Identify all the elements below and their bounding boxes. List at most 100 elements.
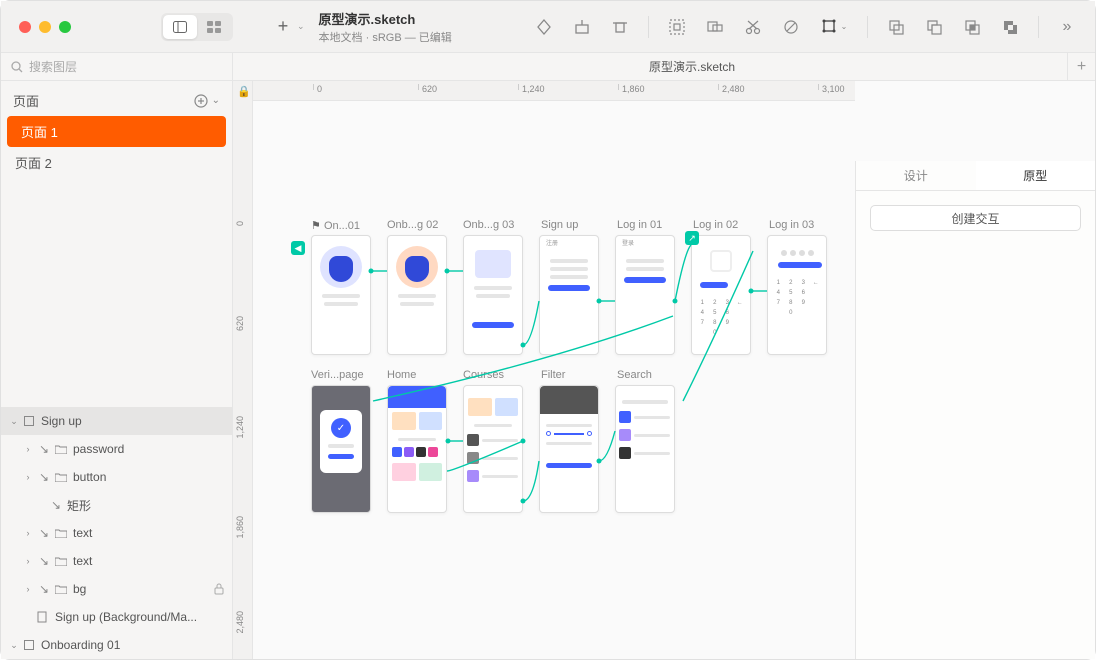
artboard-label[interactable]: Courses [463, 369, 504, 381]
page-item-1[interactable]: 页面 1 [7, 116, 226, 147]
layer-text-1[interactable]: › ↘ text [1, 519, 232, 547]
resize-tool-icon[interactable]: ⌄ [819, 17, 849, 37]
disclosure-icon[interactable]: ⌄ [9, 640, 19, 651]
artboard-verify[interactable]: ✓ [311, 385, 371, 513]
artboard-label[interactable]: Sign up [541, 219, 578, 231]
grid-view-icon[interactable] [197, 15, 231, 39]
layer-signup-bg[interactable]: Sign up (Background/Ma... [1, 603, 232, 631]
artboard-home[interactable] [387, 385, 447, 513]
ruler-tick: 3,100 [818, 84, 845, 90]
minimize-window[interactable] [39, 21, 51, 33]
lock-icon[interactable]: 🔒 [237, 85, 251, 98]
link-icon: ↘ [37, 554, 51, 568]
layer-rect[interactable]: ↘ 矩形 [1, 491, 232, 519]
artboard-login-03[interactable]: 123←4567890 [767, 235, 827, 355]
artboard-search[interactable] [615, 385, 675, 513]
subtract-icon[interactable] [924, 17, 944, 37]
left-panel: 搜索图层 页面 ⌄ 页面 1 页面 2 ⌄ Sign up › ↘ passwo… [1, 53, 233, 659]
artboard-label[interactable]: Onb...g 03 [463, 219, 514, 231]
difference-icon[interactable] [1000, 17, 1020, 37]
document-tab[interactable]: 原型演示.sketch [649, 58, 735, 75]
artboard-onboarding-02[interactable] [387, 235, 447, 355]
artboard-onboarding-03[interactable] [463, 235, 523, 355]
artboard-area[interactable]: ◀ ⚑ On...01 Onb...g 02 Onb...g 03 Sign u… [253, 101, 855, 659]
pages-add-controls[interactable]: ⌄ [194, 94, 220, 108]
ruler-tick: 2,480 [235, 611, 245, 634]
folder-icon [55, 556, 69, 566]
artboard-heading: 登录 [616, 236, 674, 249]
tool-icon-3[interactable] [610, 17, 630, 37]
disclosure-icon[interactable]: › [23, 444, 33, 454]
ruler-tick: 2,480 [718, 84, 745, 90]
zoom-window[interactable] [59, 21, 71, 33]
artboard-filter[interactable] [539, 385, 599, 513]
disclosure-icon[interactable]: ⌄ [9, 416, 19, 427]
add-page-icon[interactable] [194, 94, 208, 108]
artboard-label[interactable]: Log in 02 [693, 219, 738, 231]
ruler-tick: 1,240 [518, 84, 545, 90]
sidebar-view-toggle[interactable] [161, 13, 233, 41]
insert-dropdown-icon[interactable]: ⌄ [297, 21, 305, 32]
lock-icon[interactable] [214, 583, 224, 595]
tab-design[interactable]: 设计 [856, 161, 976, 190]
layer-onboarding[interactable]: ⌄ Onboarding 01 [1, 631, 232, 659]
artboard-courses[interactable] [463, 385, 523, 513]
ungroup-icon[interactable] [705, 17, 725, 37]
artboard-login-02[interactable]: 123←4567890 [691, 235, 751, 355]
disclosure-icon[interactable]: › [23, 528, 33, 538]
close-window[interactable] [19, 21, 31, 33]
artboard-label[interactable]: Log in 03 [769, 219, 814, 231]
document-subtitle: 本地文档 · sRGB — 已编辑 [319, 29, 452, 45]
chevron-down-icon[interactable]: ⌄ [212, 95, 220, 106]
artboard-label[interactable]: Filter [541, 369, 565, 381]
prototype-start-marker[interactable]: ◀ [291, 241, 305, 255]
overflow-icon[interactable]: » [1057, 17, 1077, 37]
page-item-2[interactable]: 页面 2 [1, 147, 232, 178]
layer-label: bg [73, 582, 86, 596]
canvas[interactable]: 🔒 0 620 1,240 1,860 2,480 3,100 0 620 1,… [233, 81, 1095, 659]
prototype-marker[interactable]: ↗ [685, 231, 699, 245]
layer-list: ⌄ Sign up › ↘ password › ↘ button ↘ 矩形 ›… [1, 407, 232, 659]
artboard-onboarding-01[interactable] [311, 235, 371, 355]
layer-label: button [73, 470, 106, 484]
panel-view-icon[interactable] [163, 15, 197, 39]
tool-icon-1[interactable] [534, 17, 554, 37]
link-icon: ↘ [37, 582, 51, 596]
layer-signup[interactable]: ⌄ Sign up [1, 407, 232, 435]
disclosure-icon[interactable]: › [23, 584, 33, 594]
layer-search[interactable]: 搜索图层 [1, 53, 232, 81]
insert-button[interactable]: + [273, 17, 293, 37]
disclosure-icon[interactable]: › [23, 556, 33, 566]
ruler-tick: 1,860 [235, 516, 245, 539]
artboard-label[interactable]: Search [617, 369, 652, 381]
artboard-label[interactable]: Log in 01 [617, 219, 662, 231]
intersect-icon[interactable] [962, 17, 982, 37]
artboard-signup[interactable]: 注册 [539, 235, 599, 355]
artboard-label[interactable]: ⚑ On...01 [311, 219, 360, 232]
create-interaction-button[interactable]: 创建交互 [870, 205, 1081, 231]
group-icon[interactable] [667, 17, 687, 37]
layer-password[interactable]: › ↘ password [1, 435, 232, 463]
document-title: 原型演示.sketch [319, 9, 452, 28]
union-icon[interactable] [886, 17, 906, 37]
search-placeholder: 搜索图层 [29, 58, 77, 75]
tab-prototype[interactable]: 原型 [976, 161, 1096, 190]
layer-button[interactable]: › ↘ button [1, 463, 232, 491]
artboard-login-01[interactable]: 登录 [615, 235, 675, 355]
artboard-icon [23, 639, 37, 651]
layer-text-2[interactable]: › ↘ text [1, 547, 232, 575]
artboard-label[interactable]: Veri...page [311, 369, 364, 381]
circle-slash-icon[interactable] [781, 17, 801, 37]
artboard-label[interactable]: Home [387, 369, 416, 381]
disclosure-icon[interactable]: › [23, 472, 33, 482]
new-tab-button[interactable]: + [1067, 53, 1095, 80]
layer-bg[interactable]: › ↘ bg [1, 575, 232, 603]
horizontal-ruler: 0 620 1,240 1,860 2,480 3,100 [253, 81, 855, 101]
artboard-icon [23, 415, 37, 427]
right-panel: 设计 原型 创建交互 [855, 161, 1095, 659]
scissors-icon[interactable] [743, 17, 763, 37]
tool-icon-2[interactable] [572, 17, 592, 37]
folder-icon [55, 584, 69, 594]
artboard-label[interactable]: Onb...g 02 [387, 219, 438, 231]
folder-icon [55, 472, 69, 482]
